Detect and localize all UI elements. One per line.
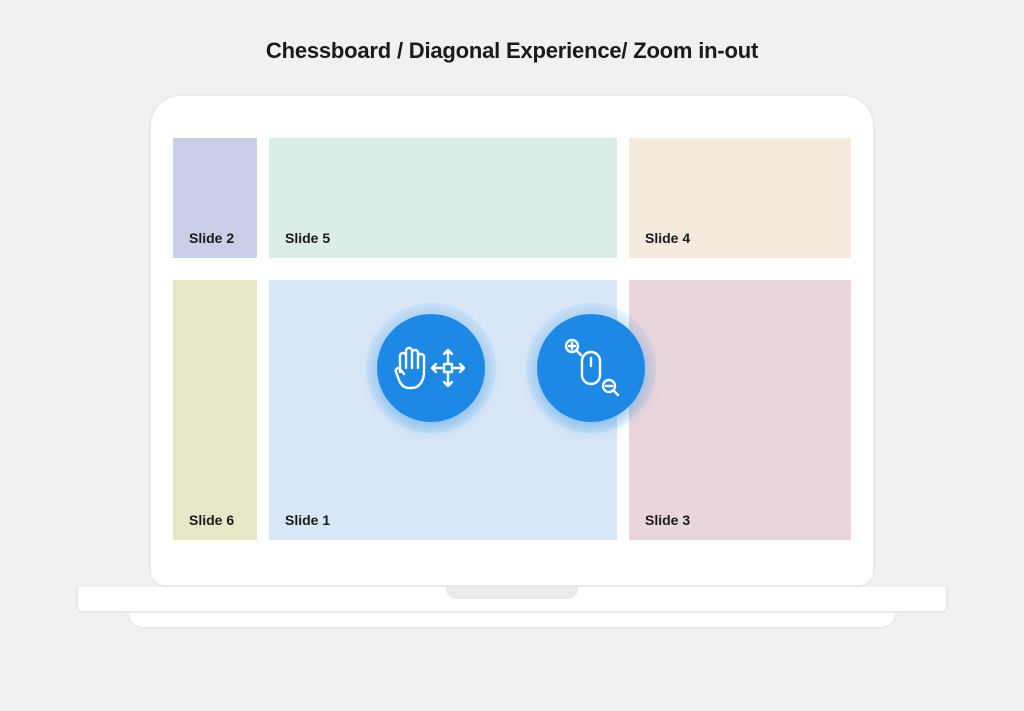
slide-tile[interactable]: Slide 6 [173,280,257,540]
hand-move-icon [392,338,470,398]
zoom-action[interactable] [526,303,656,433]
laptop-screen: Slide 2 Slide 5 Slide 4 Slide 6 Slide 1 … [149,94,875,587]
slide-row-top: Slide 2 Slide 5 Slide 4 [173,138,851,258]
slide-label: Slide 6 [189,512,234,528]
slide-tile[interactable]: Slide 3 [629,280,851,540]
slide-label: Slide 4 [645,230,690,246]
slide-tile[interactable]: Slide 2 [173,138,257,258]
slide-tile[interactable]: Slide 5 [269,138,617,258]
slide-canvas[interactable]: Slide 2 Slide 5 Slide 4 Slide 6 Slide 1 … [173,138,851,567]
slide-label: Slide 2 [189,230,234,246]
page-title: Chessboard / Diagonal Experience/ Zoom i… [0,0,1024,64]
slide-tile[interactable]: Slide 4 [629,138,851,258]
slide-label: Slide 5 [285,230,330,246]
canvas-actions [366,303,656,433]
pan-action[interactable] [366,303,496,433]
slide-label: Slide 3 [645,512,690,528]
mouse-zoom-icon [556,336,626,400]
slide-label: Slide 1 [285,512,330,528]
laptop-frame: Slide 2 Slide 5 Slide 4 Slide 6 Slide 1 … [149,94,875,587]
laptop-base [76,587,948,631]
